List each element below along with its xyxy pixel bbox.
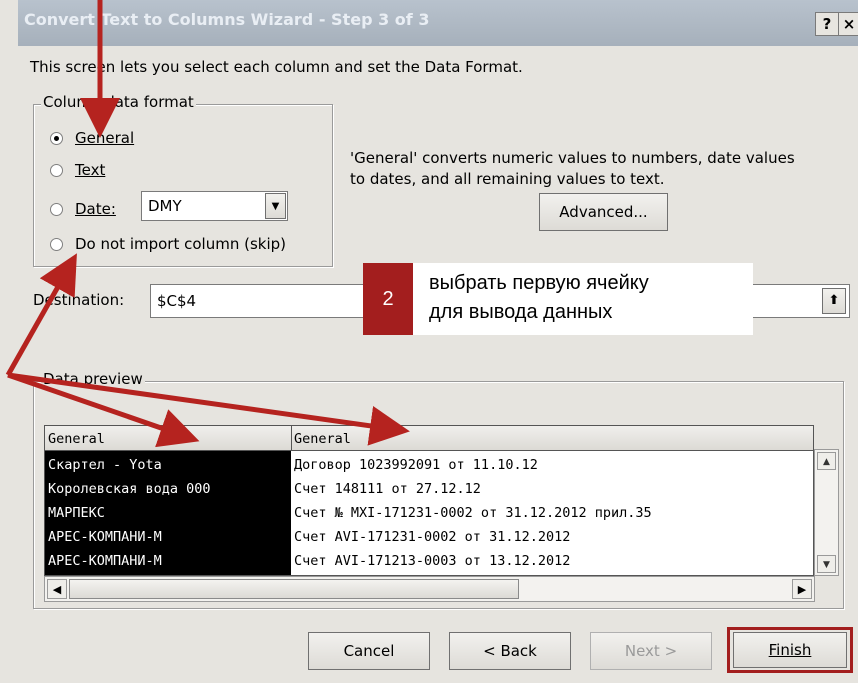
annotation-arrows xyxy=(5,0,410,448)
arrow-to-first-column xyxy=(7,372,200,448)
arrow-to-second-column xyxy=(7,372,410,446)
arrow-to-skip-option xyxy=(5,253,77,377)
